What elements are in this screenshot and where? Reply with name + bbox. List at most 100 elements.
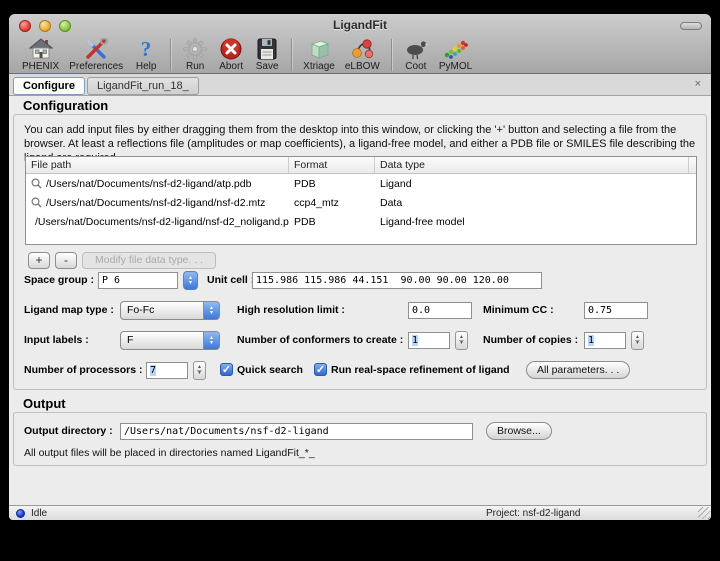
toolbar-button-elbow[interactable]: eLBOW — [340, 37, 385, 72]
configure-panel: Configuration You can add input files by… — [9, 96, 711, 505]
column-header-file-path[interactable]: File path — [26, 157, 289, 173]
table-row[interactable]: /Users/nat/Documents/nsf-d2-ligand/nsf-d… — [26, 193, 696, 212]
toolbar-button-xtriage[interactable]: Xtriage — [298, 37, 340, 72]
all-parameters-button[interactable]: All parameters. . . — [526, 361, 630, 379]
unit-cell-label: Unit cell : — [207, 271, 254, 290]
close-window-button[interactable] — [19, 20, 31, 32]
copies-field[interactable]: 1 — [584, 332, 626, 349]
dropdown-arrows-icon: ▲▼ — [203, 302, 219, 319]
modify-file-data-type-button: Modify file data type. . . — [82, 252, 216, 269]
output-directory-row: Output directory : /Users/nat/Documents/… — [14, 422, 706, 442]
format-cell: PDB — [289, 178, 375, 190]
processors-row: Number of processors : 7 ▲▼ ✓ Quick sear… — [14, 361, 706, 381]
processors-field[interactable]: 7 — [146, 362, 188, 379]
pymol-spheres-icon — [443, 37, 469, 61]
file-path-cell: /Users/nat/Documents/nsf-d2-ligand/nsf-d… — [46, 197, 265, 209]
file-path-cell: /Users/nat/Documents/nsf-d2-ligand/nsf-d… — [35, 216, 289, 228]
data-type-cell: Data — [375, 197, 689, 209]
ligandfit-window: LigandFit PHENIX — [9, 14, 711, 520]
close-tab-icon[interactable]: × — [695, 79, 701, 90]
window-title: LigandFit — [9, 14, 711, 36]
space-group-field[interactable]: P 6 — [98, 272, 178, 289]
resize-grip[interactable] — [698, 507, 710, 519]
toolbar-button-pymol[interactable]: PyMOL — [434, 37, 477, 72]
space-group-label: Space group : — [24, 271, 94, 290]
input-labels-label: Input labels : — [24, 331, 89, 350]
status-indicator-icon — [16, 509, 25, 518]
file-path-cell: /Users/nat/Documents/nsf-d2-ligand/atp.p… — [46, 178, 251, 190]
dropdown-arrows-icon: ▲▼ — [203, 332, 219, 349]
toolbar-button-run[interactable]: Run — [177, 37, 213, 72]
status-text: Idle — [31, 508, 47, 519]
output-groupbox: Output directory : /Users/nat/Documents/… — [13, 412, 707, 466]
browse-button[interactable]: Browse... — [486, 422, 552, 440]
xtriage-crystal-icon — [306, 37, 332, 61]
ligand-map-type-dropdown[interactable]: Fo-Fc ▲▼ — [120, 301, 220, 320]
minimum-cc-label: Minimum CC : — [483, 301, 554, 320]
unit-cell-field[interactable]: 115.986 115.986 44.151 90.00 90.00 120.0… — [252, 272, 542, 289]
zoom-window-button[interactable] — [59, 20, 71, 32]
toolbar-button-help[interactable]: ? Help — [128, 37, 164, 72]
ligand-map-type-row: Ligand map type : Fo-Fc ▲▼ High resoluti… — [14, 301, 706, 321]
save-floppy-icon — [254, 37, 280, 61]
elbow-molecule-icon — [349, 37, 375, 61]
toolbar-button-save[interactable]: Save — [249, 37, 285, 72]
high-resolution-limit-field[interactable]: 0.0 — [408, 302, 472, 319]
down-arrow-icon: ▼ — [188, 281, 193, 286]
configuration-groupbox: You can add input files by either draggi… — [13, 114, 707, 390]
data-type-cell: Ligand-free model — [375, 216, 689, 228]
remove-file-button[interactable]: - — [55, 252, 77, 269]
output-heading: Output — [23, 396, 66, 411]
column-header-gutter — [689, 157, 696, 173]
quick-search-checkbox[interactable]: ✓ — [220, 363, 233, 376]
output-directory-label: Output directory : — [24, 422, 113, 441]
window-titlebar[interactable]: LigandFit — [9, 14, 711, 36]
table-row[interactable]: /Users/nat/Documents/nsf-d2-ligand/nsf-d… — [26, 212, 696, 231]
toolbar: PHENIX Preferences — [9, 36, 711, 73]
preferences-tools-icon — [83, 37, 109, 61]
output-directory-field[interactable]: /Users/nat/Documents/nsf-d2-ligand — [120, 423, 473, 440]
tab-ligandfit-run-18[interactable]: LigandFit_run_18_ — [87, 77, 199, 95]
add-file-button[interactable]: + — [28, 252, 50, 269]
format-cell: PDB — [289, 216, 375, 228]
coot-bird-icon — [403, 37, 429, 61]
toolbar-label: eLBOW — [345, 61, 380, 72]
rsr-checkbox[interactable]: ✓ — [314, 363, 327, 376]
output-note-text: All output files will be placed in direc… — [24, 447, 315, 459]
space-group-stepper[interactable]: ▲▼ — [183, 271, 198, 290]
toolbar-button-preferences[interactable]: Preferences — [64, 37, 128, 72]
phenix-home-icon — [28, 37, 54, 61]
processors-stepper[interactable]: ▲▼ — [193, 361, 206, 380]
quick-search-label: Quick search — [237, 361, 303, 380]
column-header-data-type[interactable]: Data type — [375, 157, 689, 173]
space-group-row: Space group : P 6 ▲▼ Unit cell : 115.986… — [14, 271, 706, 291]
toolbar-label: Coot — [405, 61, 426, 72]
copies-stepper[interactable]: ▲▼ — [631, 331, 644, 350]
configuration-heading: Configuration — [23, 98, 108, 113]
table-row[interactable]: /Users/nat/Documents/nsf-d2-ligand/atp.p… — [26, 174, 696, 193]
minimum-cc-field[interactable]: 0.75 — [584, 302, 648, 319]
toolbar-separator — [391, 39, 392, 71]
rsr-label: Run real-space refinement of ligand — [331, 361, 510, 380]
data-type-cell: Ligand — [375, 178, 689, 190]
input-files-table[interactable]: File path Format Data type /Users/nat/Do… — [25, 156, 697, 245]
traffic-lights — [19, 20, 71, 32]
toolbar-label: Abort — [219, 61, 243, 72]
toolbar-separator — [170, 39, 171, 71]
desktop-background: LigandFit PHENIX — [0, 0, 720, 561]
copies-label: Number of copies : — [483, 331, 578, 350]
conformers-stepper[interactable]: ▲▼ — [455, 331, 468, 350]
toolbar-button-phenix[interactable]: PHENIX — [17, 37, 64, 72]
magnifier-icon — [31, 197, 42, 208]
toolbar-button-abort[interactable]: Abort — [213, 37, 249, 72]
toolbar-label: PHENIX — [22, 61, 59, 72]
minimize-window-button[interactable] — [39, 20, 51, 32]
toolbar-button-coot[interactable]: Coot — [398, 37, 434, 72]
input-labels-dropdown[interactable]: F ▲▼ — [120, 331, 220, 350]
tab-configure[interactable]: Configure — [13, 77, 85, 95]
column-header-format[interactable]: Format — [289, 157, 375, 173]
toolbar-toggle-button[interactable] — [680, 22, 702, 30]
tab-bar: Configure LigandFit_run_18_ × — [9, 74, 711, 96]
conformers-field[interactable]: 1 — [408, 332, 450, 349]
magnifier-icon — [31, 178, 42, 189]
